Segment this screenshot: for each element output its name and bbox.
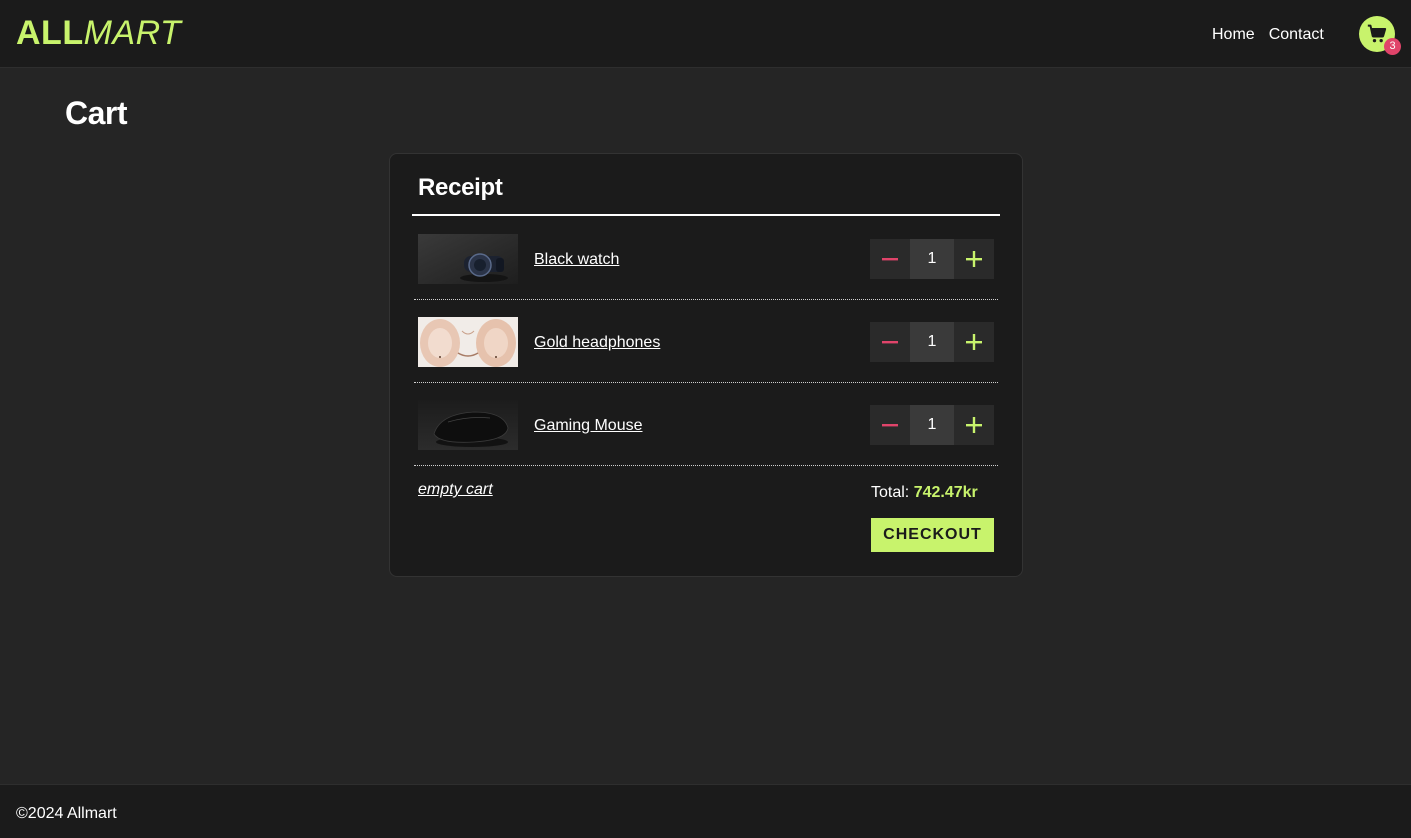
quantity-stepper: 1 — [870, 322, 994, 362]
brand-logo-part1: ALL — [16, 14, 84, 52]
minus-icon — [882, 424, 898, 427]
quantity-value: 1 — [910, 405, 954, 445]
main-nav: Home Contact — [1212, 24, 1324, 46]
receipt-title: Receipt — [418, 174, 503, 201]
nav-home-link[interactable]: Home — [1212, 24, 1255, 46]
minus-icon — [882, 341, 898, 344]
gaming-mouse-image — [418, 400, 518, 450]
item-name-link[interactable]: Gaming Mouse — [534, 416, 643, 436]
empty-cart-link[interactable]: empty cart — [418, 480, 493, 500]
plus-icon — [966, 334, 982, 350]
item-name-link[interactable]: Black watch — [534, 250, 619, 270]
cart-item: Gold headphones 1 — [414, 300, 998, 383]
site-footer: ©2024 Allmart — [0, 784, 1411, 838]
plus-icon — [966, 251, 982, 267]
increase-quantity-button[interactable] — [954, 405, 994, 445]
footer-copyright: ©2024 Allmart — [16, 805, 117, 822]
decrease-quantity-button[interactable] — [870, 322, 910, 362]
quantity-stepper: 1 — [870, 405, 994, 445]
page-title: Cart — [65, 95, 128, 131]
cart-icon — [1367, 24, 1387, 43]
total-amount: 742.47kr — [913, 484, 978, 501]
site-header: ALLMART Home Contact 3 — [0, 0, 1411, 68]
total-label: Total: — [871, 484, 910, 501]
cart-item: Black watch 1 — [414, 217, 998, 300]
receipt-card: Receipt Black watch 1 Gold headphones 1 … — [389, 153, 1023, 577]
quantity-value: 1 — [910, 239, 954, 279]
order-total: Total: 742.47kr — [871, 483, 978, 503]
receipt-title-divider — [412, 214, 1000, 216]
brand-logo[interactable]: ALLMART — [16, 14, 181, 52]
decrease-quantity-button[interactable] — [870, 405, 910, 445]
checkout-button[interactable]: CHECKOUT — [871, 518, 994, 552]
nav-contact-link[interactable]: Contact — [1269, 24, 1324, 46]
increase-quantity-button[interactable] — [954, 239, 994, 279]
gold-headphones-image — [418, 317, 518, 367]
quantity-stepper: 1 — [870, 239, 994, 279]
cart-item: Gaming Mouse 1 — [414, 383, 998, 466]
quantity-value: 1 — [910, 322, 954, 362]
black-watch-image — [418, 234, 518, 284]
minus-icon — [882, 258, 898, 261]
plus-icon — [966, 417, 982, 433]
decrease-quantity-button[interactable] — [870, 239, 910, 279]
brand-logo-part2: MART — [83, 14, 182, 52]
increase-quantity-button[interactable] — [954, 322, 994, 362]
item-name-link[interactable]: Gold headphones — [534, 333, 660, 353]
cart-count-badge: 3 — [1384, 38, 1401, 55]
